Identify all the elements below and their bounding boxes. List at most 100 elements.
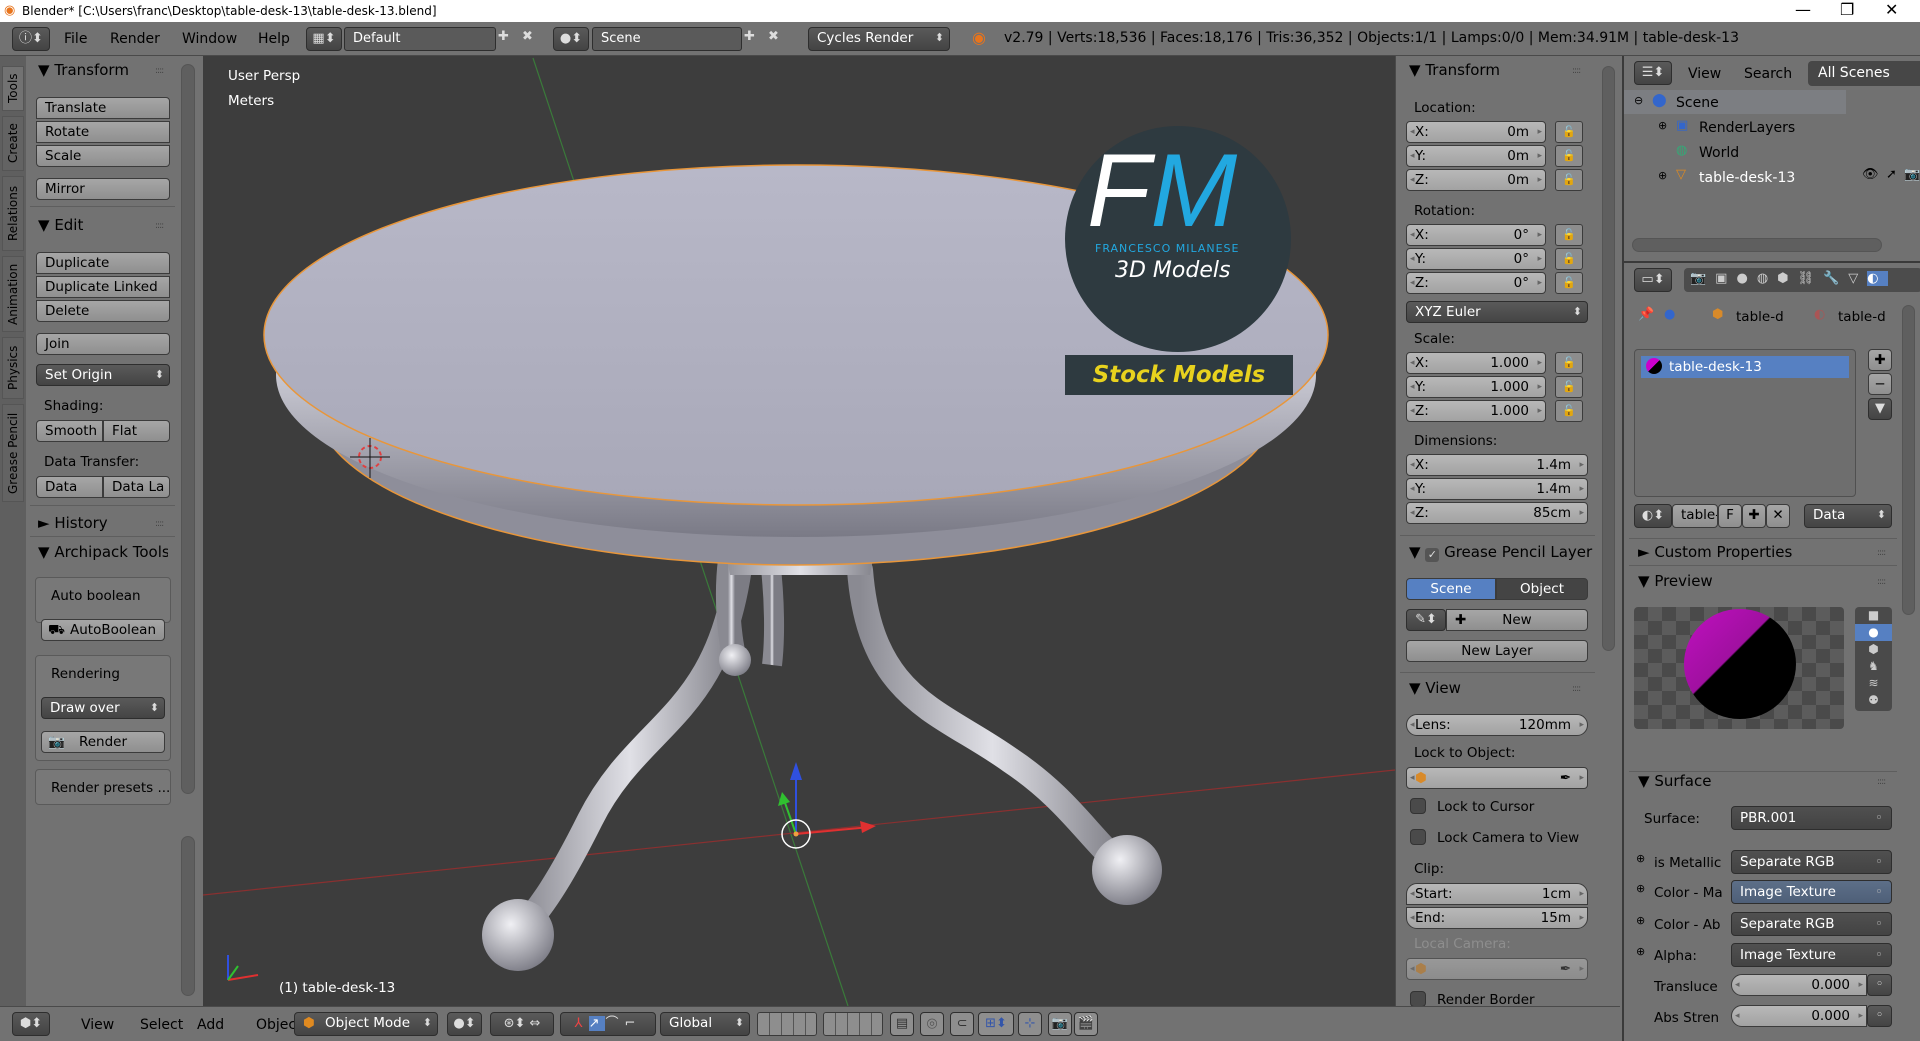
- display-mode-dropdown[interactable]: All Scenes: [1808, 61, 1920, 86]
- restore-button[interactable]: ❐: [1840, 0, 1854, 20]
- panel-header-transform[interactable]: ▼ Transform: [38, 60, 129, 80]
- expand-input-icon[interactable]: ⊕: [1636, 882, 1645, 895]
- translate-button[interactable]: Translate: [36, 97, 170, 119]
- panel-header-view[interactable]: ▼ View: [1409, 678, 1461, 698]
- rotation-mode-dropdown[interactable]: XYZ Euler: [1406, 301, 1588, 323]
- join-button[interactable]: Join: [36, 333, 170, 355]
- sphere-preview-icon[interactable]: ●: [1855, 624, 1892, 641]
- lock-to-cursor-checkbox[interactable]: [1410, 798, 1426, 814]
- lock-icon[interactable]: 🔓: [1555, 400, 1583, 422]
- snap-icon[interactable]: ⊂: [950, 1012, 974, 1036]
- scene-field[interactable]: Scene: [592, 27, 742, 51]
- translucency-field[interactable]: 0.000: [1731, 974, 1867, 996]
- rotation-y-field[interactable]: Y: 0°: [1406, 248, 1546, 270]
- lock-to-object-field[interactable]: ⬢✒: [1406, 767, 1588, 789]
- preview-type-buttons[interactable]: ■ ● ⬢ ♞ ≋ ⚉: [1855, 607, 1892, 711]
- draw-over-dropdown[interactable]: Draw over: [41, 697, 165, 719]
- eyedropper-icon[interactable]: ✒: [1560, 959, 1571, 979]
- selectable-cursor-icon[interactable]: ➚: [1886, 167, 1897, 182]
- socket-icon[interactable]: ◦: [1867, 974, 1892, 996]
- menu-add[interactable]: Add: [197, 1015, 224, 1035]
- screen-layout-icon[interactable]: ▦⬍: [306, 27, 342, 51]
- close-button[interactable]: ✕: [1885, 0, 1898, 20]
- drag-grip-icon[interactable]: ::::: [155, 66, 164, 76]
- drag-grip-icon[interactable]: ::::: [1572, 66, 1581, 76]
- lock-camera-checkbox[interactable]: [1410, 829, 1426, 845]
- layout-field[interactable]: Default: [344, 27, 496, 51]
- smooth-button[interactable]: Smooth: [36, 420, 103, 442]
- input-link-field[interactable]: Separate RGB: [1731, 912, 1892, 936]
- pivot-point-icon[interactable]: ⊛⬍ ⇔: [490, 1012, 554, 1036]
- menu-window[interactable]: Window: [182, 29, 237, 49]
- expand-input-icon[interactable]: ⊕: [1636, 914, 1645, 927]
- opengl-render-icon[interactable]: 📷: [1048, 1012, 1072, 1036]
- render-button[interactable]: 📷 Render: [41, 731, 165, 753]
- lock-icon[interactable]: 🔓: [1555, 121, 1583, 143]
- pencil-icon[interactable]: ✎⬍: [1406, 609, 1446, 631]
- surface-shader-field[interactable]: PBR.001: [1731, 806, 1892, 830]
- snap-element-icon[interactable]: ⊞⬍: [978, 1012, 1014, 1036]
- editor-type-properties-icon[interactable]: ▭⬍: [1634, 268, 1672, 292]
- new-layer-button[interactable]: New Layer: [1406, 640, 1588, 662]
- location-y-field[interactable]: Y: 0m: [1406, 145, 1546, 167]
- rotate-button[interactable]: Rotate: [36, 121, 170, 143]
- transform-manipulator-icon[interactable]: [778, 762, 876, 849]
- toolshelf-scrollbar-lower[interactable]: [181, 836, 195, 996]
- panel-header-history[interactable]: ► History: [38, 513, 108, 533]
- drag-grip-icon[interactable]: ::::: [155, 519, 164, 529]
- expand-input-icon[interactable]: ⊕: [1636, 852, 1645, 865]
- mirror-button[interactable]: Mirror: [36, 178, 170, 200]
- gp-new-button[interactable]: ✚ New: [1446, 609, 1588, 631]
- expand-icon[interactable]: ⊕: [1658, 119, 1667, 132]
- collapse-icon[interactable]: ⊖: [1634, 94, 1643, 107]
- outliner-scrollbar[interactable]: [1632, 238, 1882, 252]
- toolshelf-scrollbar[interactable]: [181, 64, 195, 794]
- snap-target-icon[interactable]: ⊹: [1018, 1012, 1042, 1036]
- panel-header-archipack[interactable]: ▼ Archipack Tools: [38, 542, 168, 562]
- outliner-menu-search[interactable]: Search: [1744, 64, 1792, 84]
- tab-tools[interactable]: Tools: [2, 66, 24, 111]
- outliner-item-world[interactable]: World: [1699, 144, 1739, 162]
- dimension-z-field[interactable]: Z: 85cm: [1406, 502, 1588, 524]
- drag-grip-icon[interactable]: ::::: [1877, 577, 1886, 587]
- panel-header-transform[interactable]: ▼ Transform: [1409, 60, 1500, 80]
- gp-scene-tab[interactable]: Scene: [1406, 578, 1496, 600]
- data-button[interactable]: Data: [36, 476, 103, 498]
- remove-scene-icon[interactable]: ✖: [768, 29, 779, 44]
- lock-icon[interactable]: 🔓: [1555, 224, 1583, 246]
- duplicate-linked-button[interactable]: Duplicate Linked: [36, 276, 170, 298]
- new-material-button[interactable]: ✚: [1742, 504, 1766, 528]
- viewport-shading-icon[interactable]: ●⬍: [447, 1012, 482, 1036]
- expand-icon[interactable]: ⊕: [1658, 169, 1667, 182]
- manipulator-toggle-icon[interactable]: ⅄: [575, 1016, 589, 1031]
- scene-icon[interactable]: ●⬍: [553, 27, 589, 51]
- delete-button[interactable]: Delete: [36, 300, 170, 322]
- opengl-animation-icon[interactable]: 🎬: [1074, 1012, 1098, 1036]
- fake-user-button[interactable]: F: [1718, 504, 1742, 528]
- material-tab-icon[interactable]: ◐: [1867, 271, 1888, 286]
- menu-render[interactable]: Render: [110, 29, 160, 49]
- menu-select[interactable]: Select: [140, 1015, 183, 1035]
- lock-icon[interactable]: 🔓: [1555, 169, 1583, 191]
- menu-file[interactable]: File: [64, 29, 87, 49]
- location-x-field[interactable]: X: 0m: [1406, 121, 1546, 143]
- rotate-manipulator-icon[interactable]: ⌒: [605, 1016, 624, 1031]
- clip-start-field[interactable]: Start: 1cm: [1406, 883, 1588, 905]
- editor-type-3d-view-icon[interactable]: ⬢⬍: [12, 1012, 50, 1036]
- tab-grease-pencil[interactable]: Grease Pencil: [2, 404, 24, 502]
- manipulator-icons[interactable]: ⅄↗⌒⌐: [560, 1012, 656, 1036]
- scale-x-field[interactable]: X: 1.000: [1406, 352, 1546, 374]
- visibility-eye-icon[interactable]: 👁: [1862, 167, 1879, 182]
- lock-layers-icon[interactable]: ▤: [890, 1012, 914, 1036]
- lens-field[interactable]: Lens: 120mm: [1406, 714, 1588, 736]
- drag-grip-icon[interactable]: ::::: [1877, 548, 1886, 558]
- mode-dropdown[interactable]: ⬢ Object Mode: [294, 1012, 438, 1036]
- local-camera-field[interactable]: ⬢✒: [1406, 958, 1588, 980]
- remove-slot-button[interactable]: −: [1868, 373, 1892, 395]
- menu-view[interactable]: View: [81, 1015, 114, 1035]
- dimension-x-field[interactable]: X: 1.4m: [1406, 454, 1588, 476]
- outliner-item-table-desk-13[interactable]: table-desk-13: [1699, 169, 1795, 187]
- add-layout-icon[interactable]: ✚: [498, 29, 509, 44]
- drag-grip-icon[interactable]: ::::: [1572, 684, 1581, 694]
- tab-physics[interactable]: Physics: [2, 337, 24, 399]
